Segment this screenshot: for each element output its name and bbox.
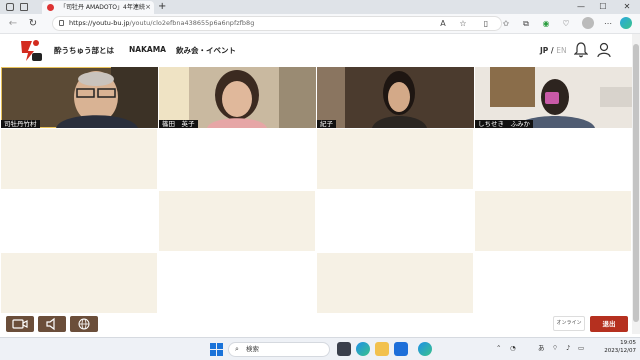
profile-avatar[interactable] [582, 17, 594, 29]
speaker-toggle-button[interactable] [38, 316, 66, 332]
empty-video-slot [317, 253, 473, 313]
favorites-icon[interactable]: ✩ [500, 18, 512, 30]
participant-name: 篠田 英子 [159, 120, 198, 128]
site-favicon-icon [47, 4, 54, 11]
volume-icon[interactable]: ♪ [566, 343, 570, 353]
speaker-icon [46, 317, 55, 331]
new-tab-button[interactable]: + [158, 1, 166, 13]
video-tile[interactable]: 紀子 [317, 67, 474, 128]
collections-icon[interactable]: ⧉ [520, 18, 532, 30]
active-tab[interactable]: 「司牡丹 AMADOTO」4年連続 × [42, 1, 154, 14]
participant-video-icon [475, 67, 632, 128]
edge-browser-icon[interactable] [356, 342, 370, 356]
refresh-icon[interactable]: ↻ [26, 17, 40, 31]
minimize-icon[interactable]: — [572, 0, 590, 14]
network-icon[interactable]: ◔ [510, 343, 516, 353]
empty-video-slot [317, 129, 473, 189]
nav-nakama[interactable]: NAKAMA [129, 45, 166, 54]
taskbar-clock[interactable]: 19:05 2023/12/07 [590, 340, 636, 355]
wifi-icon[interactable]: ⌔ [552, 343, 558, 353]
task-view-icon[interactable] [337, 342, 351, 356]
more-menu-icon[interactable]: ⋯ [602, 18, 614, 30]
lang-en[interactable]: EN [556, 46, 566, 55]
clock-time: 19:05 [620, 340, 636, 346]
empty-video-slot [159, 253, 315, 313]
participant-name: しちせき ふみか [475, 120, 533, 128]
camera-toggle-button[interactable] [6, 316, 34, 332]
read-aloud-icon[interactable]: A [437, 18, 449, 30]
globe-icon [78, 318, 90, 330]
tab-actions-icon[interactable] [6, 3, 14, 11]
bell-icon[interactable] [574, 42, 588, 58]
clock-date: 2023/12/07 [604, 347, 636, 354]
favorite-star-icon[interactable]: ☆ [457, 18, 469, 30]
camera-icon [12, 319, 28, 329]
search-icon: ⌕ [235, 345, 239, 353]
file-explorer-icon[interactable] [375, 342, 389, 356]
participant-video-icon [1, 67, 158, 128]
tab-title: 「司牡丹 AMADOTO」4年連続 [60, 4, 145, 11]
empty-video-slot [1, 191, 157, 251]
online-status-button[interactable]: オンライン [553, 316, 585, 331]
close-window-icon[interactable]: ✕ [618, 0, 636, 14]
tab-list-icon[interactable] [20, 3, 28, 11]
video-tile[interactable]: しちせき ふみか [475, 67, 632, 128]
site-logo-icon[interactable] [18, 37, 44, 63]
taskbar-search[interactable]: ⌕ 検索 [228, 342, 330, 357]
video-grid: 司牡丹竹村 篠田 英子 紀子 しちせき ふみか [0, 67, 632, 313]
language-switch[interactable]: JP / EN [540, 46, 567, 55]
participant-video-icon [317, 67, 474, 128]
empty-video-slot [475, 129, 631, 189]
browser-toolbar: ← ↻ https://youtu-bu.jp/youtu/clo2efbna4… [0, 14, 640, 34]
url-path: /youtu/clo2efbna438655p6a6npfzfb8g [129, 19, 255, 27]
maximize-icon[interactable]: ☐ [594, 0, 612, 14]
tab-close-icon[interactable]: × [145, 1, 151, 14]
nav-about[interactable]: 酔うちゅう部とは [54, 45, 114, 56]
participant-video-icon [159, 67, 316, 128]
site-header: 酔うちゅう部とは NAKAMA 飲み会・イベント JP / EN [0, 34, 632, 67]
empty-video-slot [1, 253, 157, 313]
empty-video-slot [475, 253, 631, 313]
participant-name: 紀子 [317, 120, 336, 128]
empty-video-slot [159, 191, 315, 251]
browser-essentials-icon[interactable]: ♡ [560, 18, 572, 30]
address-bar[interactable]: https://youtu-bu.jp/youtu/clo2efbna43865… [52, 16, 502, 31]
copilot-icon[interactable] [620, 17, 632, 29]
translate-button[interactable] [70, 316, 98, 332]
empty-video-slot [317, 191, 473, 251]
leave-button[interactable]: 退出 [590, 316, 628, 332]
lock-icon [59, 20, 64, 26]
search-placeholder: 検索 [246, 345, 259, 353]
video-tile[interactable]: 篠田 英子 [159, 67, 316, 128]
empty-video-slot [1, 129, 157, 189]
extension-icon[interactable]: ◉ [540, 18, 552, 30]
empty-video-slot [475, 191, 631, 251]
participant-name: 司牡丹竹村 [1, 120, 40, 128]
user-icon[interactable] [597, 42, 611, 58]
video-tile[interactable]: 司牡丹竹村 [1, 67, 158, 128]
edge-pinned-icon[interactable] [418, 342, 432, 356]
windows-start-icon[interactable] [210, 343, 223, 356]
back-icon[interactable]: ← [6, 17, 20, 31]
split-screen-icon[interactable]: ▯ [480, 18, 492, 30]
ime-indicator[interactable]: あ [538, 343, 545, 353]
tray-chevron-icon[interactable]: ⌃ [496, 343, 501, 353]
nav-events[interactable]: 飲み会・イベント [176, 45, 236, 56]
battery-icon[interactable]: ▭ [578, 343, 584, 353]
store-icon[interactable] [394, 342, 408, 356]
scrollbar-thumb[interactable] [633, 44, 639, 322]
empty-video-slot [159, 129, 315, 189]
browser-tab-bar: 「司牡丹 AMADOTO」4年連続 × + — ☐ ✕ [0, 0, 640, 14]
url-domain: https://youtu-bu.jp [69, 19, 130, 27]
